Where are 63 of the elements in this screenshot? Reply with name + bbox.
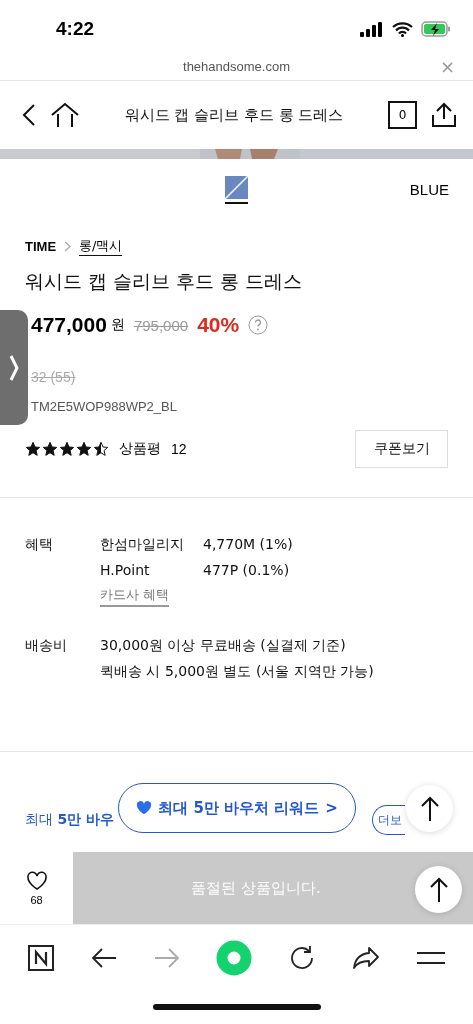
heart-icon — [25, 870, 48, 891]
arrow-up-icon — [419, 795, 440, 822]
page-title: 워시드 캡 슬리브 후드 롱 드레스 — [123, 105, 345, 125]
review-count: 12 — [171, 441, 187, 457]
back-arrow-icon — [91, 946, 118, 969]
toolbar-button[interactable] — [289, 944, 316, 971]
breadcrumb-link[interactable]: TIME — [25, 238, 57, 254]
currency-unit: 원 — [110, 316, 125, 334]
voucher-text: 최대 5만 바우 — [25, 811, 115, 829]
shipping-text: 퀵배송 시 5,000원 별도 (서울 지역만 가능) — [100, 663, 375, 681]
size-text: 32 (55) — [30, 369, 77, 385]
toolbar-button[interactable] — [28, 944, 55, 971]
review-label: 상품평 — [119, 440, 161, 458]
menu-icon — [416, 950, 445, 965]
help-icon[interactable] — [248, 315, 269, 335]
star-icon — [59, 441, 75, 457]
like-count: 68 — [30, 893, 43, 906]
url-text[interactable]: thehandsome.com — [183, 58, 290, 74]
n-logo-icon — [28, 944, 55, 971]
shipping-label: 배송비 — [25, 637, 68, 655]
wifi-icon — [392, 21, 413, 37]
benefit-name: 한섬마일리지 — [100, 536, 185, 554]
benefit-value: 477P (0.1%) — [203, 562, 291, 578]
star-icon — [42, 441, 58, 457]
ring-icon — [216, 939, 253, 976]
product-title: 워시드 캡 슬리브 후드 롱 드레스 — [25, 269, 304, 294]
breadcrumb-link[interactable]: 롱/맥시 — [79, 236, 123, 256]
original-price: 795,000 — [133, 316, 189, 334]
back-chevron-icon[interactable] — [22, 103, 36, 127]
forward-arrow-icon — [153, 946, 180, 969]
coupon-button[interactable]: 쿠폰보기 — [355, 430, 448, 468]
benefit-value: 4,770M (1%) — [203, 536, 294, 554]
benefit-name: H.Point — [100, 562, 151, 578]
arrow-up-icon — [428, 876, 449, 903]
reload-icon — [289, 944, 316, 971]
side-tab[interactable] — [0, 310, 28, 425]
battery-charging-icon — [421, 21, 451, 37]
share-arrow-icon — [351, 945, 380, 970]
chevron-right-icon — [64, 240, 72, 252]
toolbar-button[interactable] — [91, 946, 118, 969]
voucher-banner-button[interactable]: 최대 5만 바우처 리워드 > — [118, 783, 356, 833]
shipping-text: 30,000원 이상 무료배송 (실결제 기준) — [100, 637, 347, 655]
star-icon — [25, 441, 41, 457]
toolbar-button[interactable] — [416, 950, 445, 965]
cart-count-button[interactable]: 0 — [388, 101, 417, 129]
heart-icon — [136, 801, 153, 815]
star-icon — [93, 441, 109, 457]
home-icon[interactable] — [50, 102, 80, 128]
share-icon[interactable] — [431, 102, 457, 128]
color-swatch[interactable] — [225, 176, 248, 204]
card-benefit-link[interactable]: 카드사 혜택 — [100, 586, 170, 607]
sale-price: 477,000 — [31, 313, 107, 337]
color-name: BLUE — [409, 181, 449, 198]
signal-icon — [360, 21, 384, 37]
discount-rate: 40% — [197, 313, 240, 337]
benefit-label: 혜택 — [25, 536, 54, 554]
star-icon — [76, 441, 92, 457]
toolbar-button[interactable] — [351, 945, 380, 970]
chevron-right-icon — [9, 353, 19, 382]
more-button[interactable]: 더보 — [372, 805, 405, 835]
product-code: TM2E5WOP988WP2_BL — [30, 399, 178, 414]
scroll-top-button[interactable] — [406, 785, 453, 832]
status-time: 4:22 — [56, 18, 95, 40]
